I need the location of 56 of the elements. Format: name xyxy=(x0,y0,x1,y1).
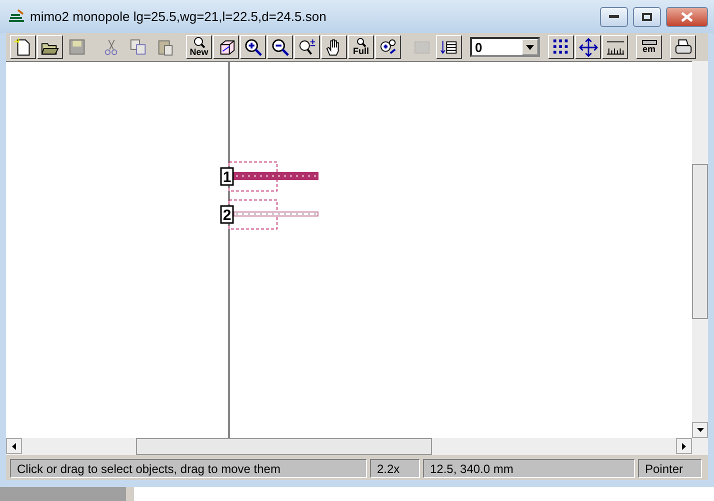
move-button[interactable] xyxy=(575,35,601,59)
down-arrow-icon xyxy=(696,428,704,432)
port-number-label: 2 xyxy=(220,205,234,224)
em-button[interactable]: em xyxy=(636,35,662,59)
zoom-new-button[interactable]: New xyxy=(186,35,212,59)
save-icon xyxy=(68,38,86,56)
zoom-full-button[interactable]: Full xyxy=(348,35,374,59)
caret-icon xyxy=(526,44,534,50)
minimize-button[interactable] xyxy=(600,6,628,26)
zoom-in-button[interactable] xyxy=(240,35,266,59)
port-number-label: 1 xyxy=(220,167,234,186)
maximize-button[interactable] xyxy=(633,6,661,26)
magnifier-icon xyxy=(194,37,204,48)
printer-icon xyxy=(674,38,692,56)
four-way-arrow-icon xyxy=(578,38,598,56)
bar-icon xyxy=(642,40,656,45)
close-icon xyxy=(681,12,693,22)
zoom-out-icon xyxy=(270,38,290,56)
zoom-step-button[interactable] xyxy=(294,35,320,59)
status-text: Click or drag to select objects, drag to move them xyxy=(10,459,367,478)
scroll-down-button[interactable] xyxy=(692,422,708,438)
zoom-fit-icon xyxy=(378,38,398,56)
cube-button[interactable] xyxy=(213,35,239,59)
magnifier-icon xyxy=(356,38,366,47)
hand-button[interactable] xyxy=(321,35,347,59)
grid-button[interactable] xyxy=(548,35,574,59)
paste-icon xyxy=(156,38,174,56)
printer-button[interactable] xyxy=(670,35,696,59)
new-file-button[interactable] xyxy=(10,35,36,59)
scrollbar-thumb[interactable] xyxy=(136,438,432,455)
open-folder-button[interactable] xyxy=(37,35,63,59)
scroll-left-button[interactable] xyxy=(6,438,22,454)
zoom-out-button[interactable] xyxy=(267,35,293,59)
window-title: mimo2 monopole lg=25.5,wg=21,l=22.5,d=24.5.son xyxy=(30,9,328,24)
level-select[interactable]: 0 xyxy=(470,37,540,57)
scroll-right-button[interactable] xyxy=(676,438,692,454)
layout-canvas[interactable]: 1 2 xyxy=(6,61,692,438)
status-text: 2.2x xyxy=(370,459,420,478)
close-button[interactable] xyxy=(666,6,708,26)
left-arrow-icon xyxy=(12,442,16,450)
right-arrow-icon xyxy=(682,442,686,450)
zoom-step-icon xyxy=(298,38,316,56)
minimize-icon xyxy=(609,15,619,18)
layers-button[interactable] xyxy=(436,35,462,59)
ruler-button[interactable] xyxy=(602,35,628,59)
zoom-fit-button[interactable] xyxy=(375,35,401,59)
app-icon xyxy=(8,9,25,24)
copy-icon xyxy=(128,38,148,56)
scrollbar-thumb[interactable] xyxy=(692,164,708,319)
status-text: 12.5, 340.0 mm xyxy=(423,459,635,478)
new-file-icon xyxy=(14,38,32,56)
maximize-icon xyxy=(642,12,652,20)
status-text: Pointer xyxy=(638,459,702,478)
zoom-in-icon xyxy=(244,38,262,56)
port-line[interactable] xyxy=(234,212,318,216)
dot-grid-icon xyxy=(552,38,570,56)
